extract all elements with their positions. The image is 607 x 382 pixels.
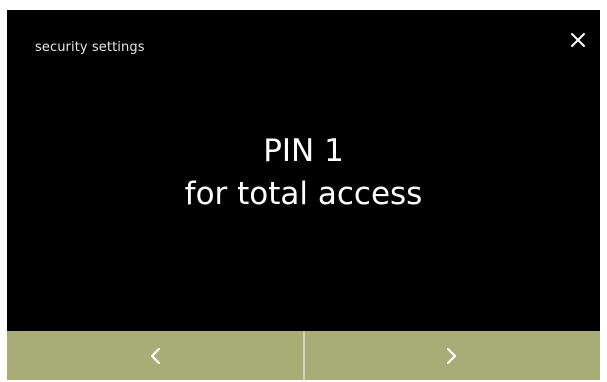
pin-description: for total access (184, 176, 423, 212)
screen-title: security settings (35, 40, 145, 55)
next-button[interactable] (304, 331, 600, 380)
chevron-left-icon (150, 347, 160, 364)
close-button[interactable] (566, 28, 590, 52)
previous-button[interactable] (7, 331, 303, 380)
navigation-bar (7, 331, 600, 380)
pin-title: PIN 1 (263, 133, 344, 169)
settings-screen: security settings PIN 1 for total access (7, 10, 600, 380)
close-icon (571, 33, 585, 47)
chevron-right-icon (447, 347, 457, 364)
pin-message: PIN 1 for total access (7, 130, 600, 216)
